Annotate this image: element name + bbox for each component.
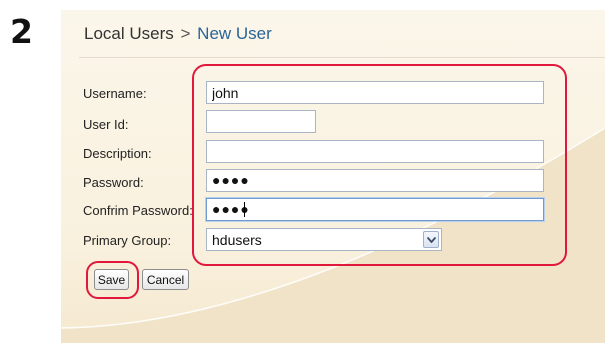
- cancel-button[interactable]: Cancel: [142, 269, 189, 290]
- fields-highlight: [192, 64, 567, 266]
- header-divider: [79, 57, 605, 58]
- description-label: Description:: [83, 146, 152, 161]
- password-label: Password:: [83, 175, 144, 190]
- new-user-panel: Local Users > New User Username: User Id…: [61, 10, 605, 343]
- step-number: 2: [10, 12, 33, 51]
- breadcrumb-current: New User: [197, 24, 272, 43]
- breadcrumb-parent[interactable]: Local Users: [84, 24, 174, 43]
- user-id-label: User Id:: [83, 117, 129, 132]
- breadcrumb: Local Users > New User: [84, 23, 272, 45]
- save-highlight: [86, 261, 139, 299]
- primary-group-label: Primary Group:: [83, 233, 172, 248]
- username-label: Username:: [83, 86, 147, 101]
- breadcrumb-separator: >: [180, 24, 191, 43]
- confirm-password-label: Confrim Password:: [83, 203, 193, 218]
